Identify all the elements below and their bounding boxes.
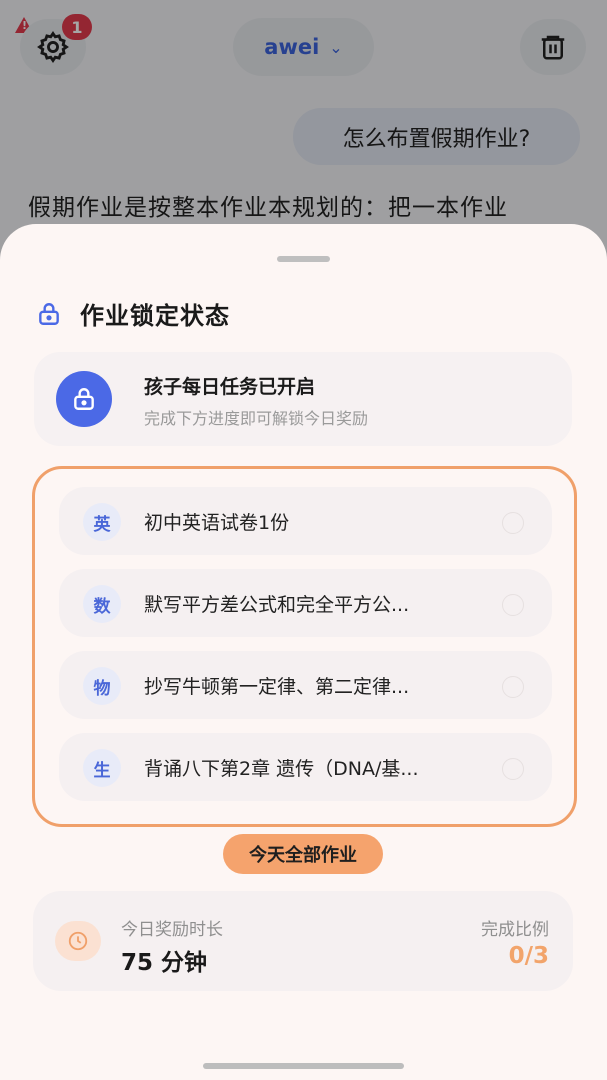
task-checkbox[interactable] [502,512,524,534]
task-item[interactable]: 数 默写平方差公式和完全平方公... [59,569,552,637]
task-label: 抄写牛顿第一定律、第二定律... [144,676,410,698]
task-label: 背诵八下第2章 遗传（DNA/基... [144,758,419,780]
clock-badge [55,921,101,961]
task-item[interactable]: 英 初中英语试卷1份 [59,487,552,555]
status-title: 孩子每日任务已开启 [144,376,316,398]
home-indicator[interactable] [203,1063,404,1069]
ratio-label: 完成比例 [481,920,549,940]
reward-value: 75 分钟 [121,950,208,976]
status-card: 孩子每日任务已开启 完成下方进度即可解锁今日奖励 [34,352,572,446]
task-label: 默写平方差公式和完全平方公... [144,594,410,616]
task-item[interactable]: 物 抄写牛顿第一定律、第二定律... [59,651,552,719]
ratio-value: 0/3 [508,943,549,969]
subject-badge: 生 [83,749,121,787]
lock-badge [56,371,112,427]
task-checkbox[interactable] [502,594,524,616]
reward-card: 今日奖励时长 75 分钟 完成比例 0/3 [33,891,573,991]
clock-icon [68,931,88,951]
task-checkbox[interactable] [502,676,524,698]
subject-badge: 数 [83,585,121,623]
task-label: 初中英语试卷1份 [144,512,290,534]
task-item[interactable]: 生 背诵八下第2章 遗传（DNA/基... [59,733,552,801]
reward-label: 今日奖励时长 [121,920,223,940]
subject-badge: 英 [83,503,121,541]
status-subtitle: 完成下方进度即可解锁今日奖励 [144,409,369,428]
sheet-header: 作业锁定状态 [36,296,230,331]
task-checkbox[interactable] [502,758,524,780]
task-list: 英 初中英语试卷1份 数 默写平方差公式和完全平方公... 物 抄写牛顿第一定律… [32,466,577,827]
today-all-homework-button[interactable]: 今天全部作业 [223,834,383,874]
subject-badge: 物 [83,667,121,705]
sheet-drag-handle[interactable] [277,256,330,262]
lock-icon [74,388,94,410]
bottom-sheet: 作业锁定状态 孩子每日任务已开启 完成下方进度即可解锁今日奖励 英 初中英语试卷… [0,224,607,1080]
sheet-title: 作业锁定状态 [80,302,230,330]
lock-icon [39,302,59,325]
